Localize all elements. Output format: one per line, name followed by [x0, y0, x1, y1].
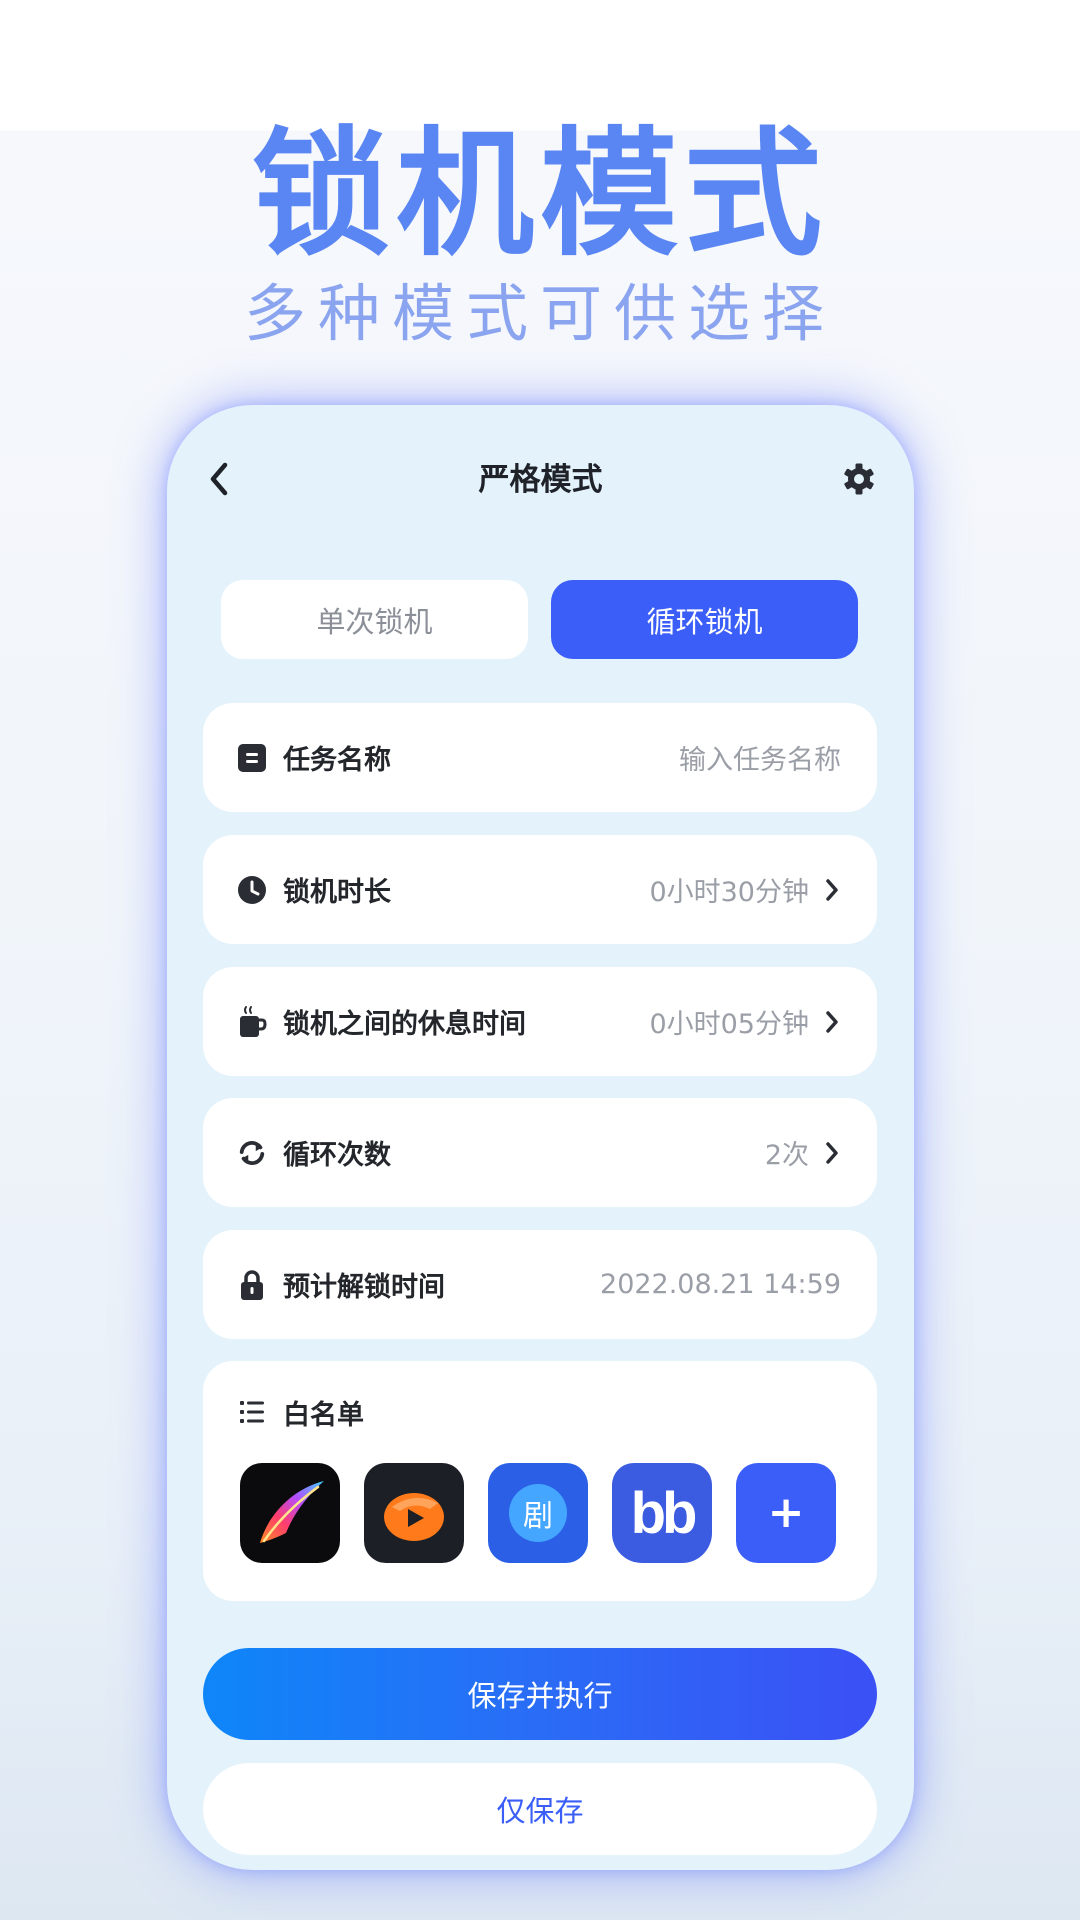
- rest-time-row[interactable]: 锁机之间的休息时间 0小时05分钟: [203, 967, 877, 1076]
- repeat-icon: [237, 1138, 267, 1168]
- promo-title: 锁机模式: [251, 114, 828, 275]
- list-icon: [237, 1397, 267, 1427]
- note-icon: [237, 743, 267, 773]
- whitelist-header: 白名单: [203, 1361, 877, 1451]
- lock-duration-label: 锁机时长: [283, 877, 391, 908]
- save-only-button[interactable]: 仅保存: [203, 1763, 877, 1855]
- page-title: 严格模式: [478, 462, 603, 498]
- rest-time-card: 锁机之间的休息时间 0小时05分钟: [203, 967, 877, 1076]
- unlock-time-value: 2022.08.21 14:59: [600, 1269, 841, 1300]
- lock-duration-value: 0小时30分钟: [649, 877, 809, 908]
- procreate-app-icon[interactable]: [240, 1463, 340, 1563]
- promo-subtitle: 多种模式可供选择: [243, 277, 836, 350]
- clock-icon: [237, 875, 267, 905]
- lock-duration-row[interactable]: 锁机时长 0小时30分钟: [203, 835, 877, 944]
- loop-count-label: 循环次数: [283, 1140, 391, 1171]
- orange-play-app-icon[interactable]: [364, 1463, 464, 1563]
- bilibili-app-icon[interactable]: bb: [612, 1463, 712, 1563]
- tab-single-lock[interactable]: 单次锁机: [221, 580, 528, 659]
- rest-time-value: 0小时05分钟: [649, 1009, 809, 1040]
- task-name-row[interactable]: 任务名称 输入任务名称: [203, 703, 877, 812]
- add-icon: +: [767, 1487, 805, 1538]
- task-name-card: 任务名称 输入任务名称: [203, 703, 877, 812]
- loop-count-row[interactable]: 循环次数 2次: [203, 1098, 877, 1207]
- settings-button[interactable]: [838, 458, 880, 500]
- task-name-label: 任务名称: [283, 745, 391, 776]
- drama-app-glyph: 剧: [509, 1484, 567, 1542]
- tab-loop-lock[interactable]: 循环锁机: [551, 580, 858, 659]
- lock-duration-card: 锁机时长 0小时30分钟: [203, 835, 877, 944]
- unlock-time-row: 预计解锁时间 2022.08.21 14:59: [203, 1230, 877, 1339]
- chevron-right-icon: [823, 1007, 841, 1037]
- chevron-right-icon: [823, 1138, 841, 1168]
- gear-icon: [844, 463, 874, 495]
- coffee-icon: [237, 1005, 267, 1037]
- task-name-input[interactable]: 输入任务名称: [679, 738, 841, 777]
- phone-frame: 严格模式 单次锁机 循环锁机 任务名称 输入任务名称 锁机时长 0小时30分钟 …: [167, 405, 914, 1870]
- whitelist-card: 白名单 剧 bb +: [203, 1361, 877, 1601]
- lock-icon: [237, 1269, 267, 1300]
- loop-count-value: 2次: [764, 1140, 809, 1171]
- chevron-right-icon: [823, 875, 841, 905]
- unlock-time-card: 预计解锁时间 2022.08.21 14:59: [203, 1230, 877, 1339]
- add-app-button[interactable]: +: [736, 1463, 836, 1563]
- save-and-run-button[interactable]: 保存并执行: [203, 1648, 877, 1740]
- whitelist-apps: 剧 bb +: [203, 1451, 877, 1563]
- whitelist-label: 白名单: [283, 1399, 364, 1431]
- unlock-time-label: 预计解锁时间: [283, 1272, 445, 1303]
- loop-count-card: 循环次数 2次: [203, 1098, 877, 1207]
- drama-app-icon[interactable]: 剧: [488, 1463, 588, 1563]
- rest-time-label: 锁机之间的休息时间: [283, 1009, 526, 1040]
- bilibili-app-glyph: bb: [630, 1480, 698, 1546]
